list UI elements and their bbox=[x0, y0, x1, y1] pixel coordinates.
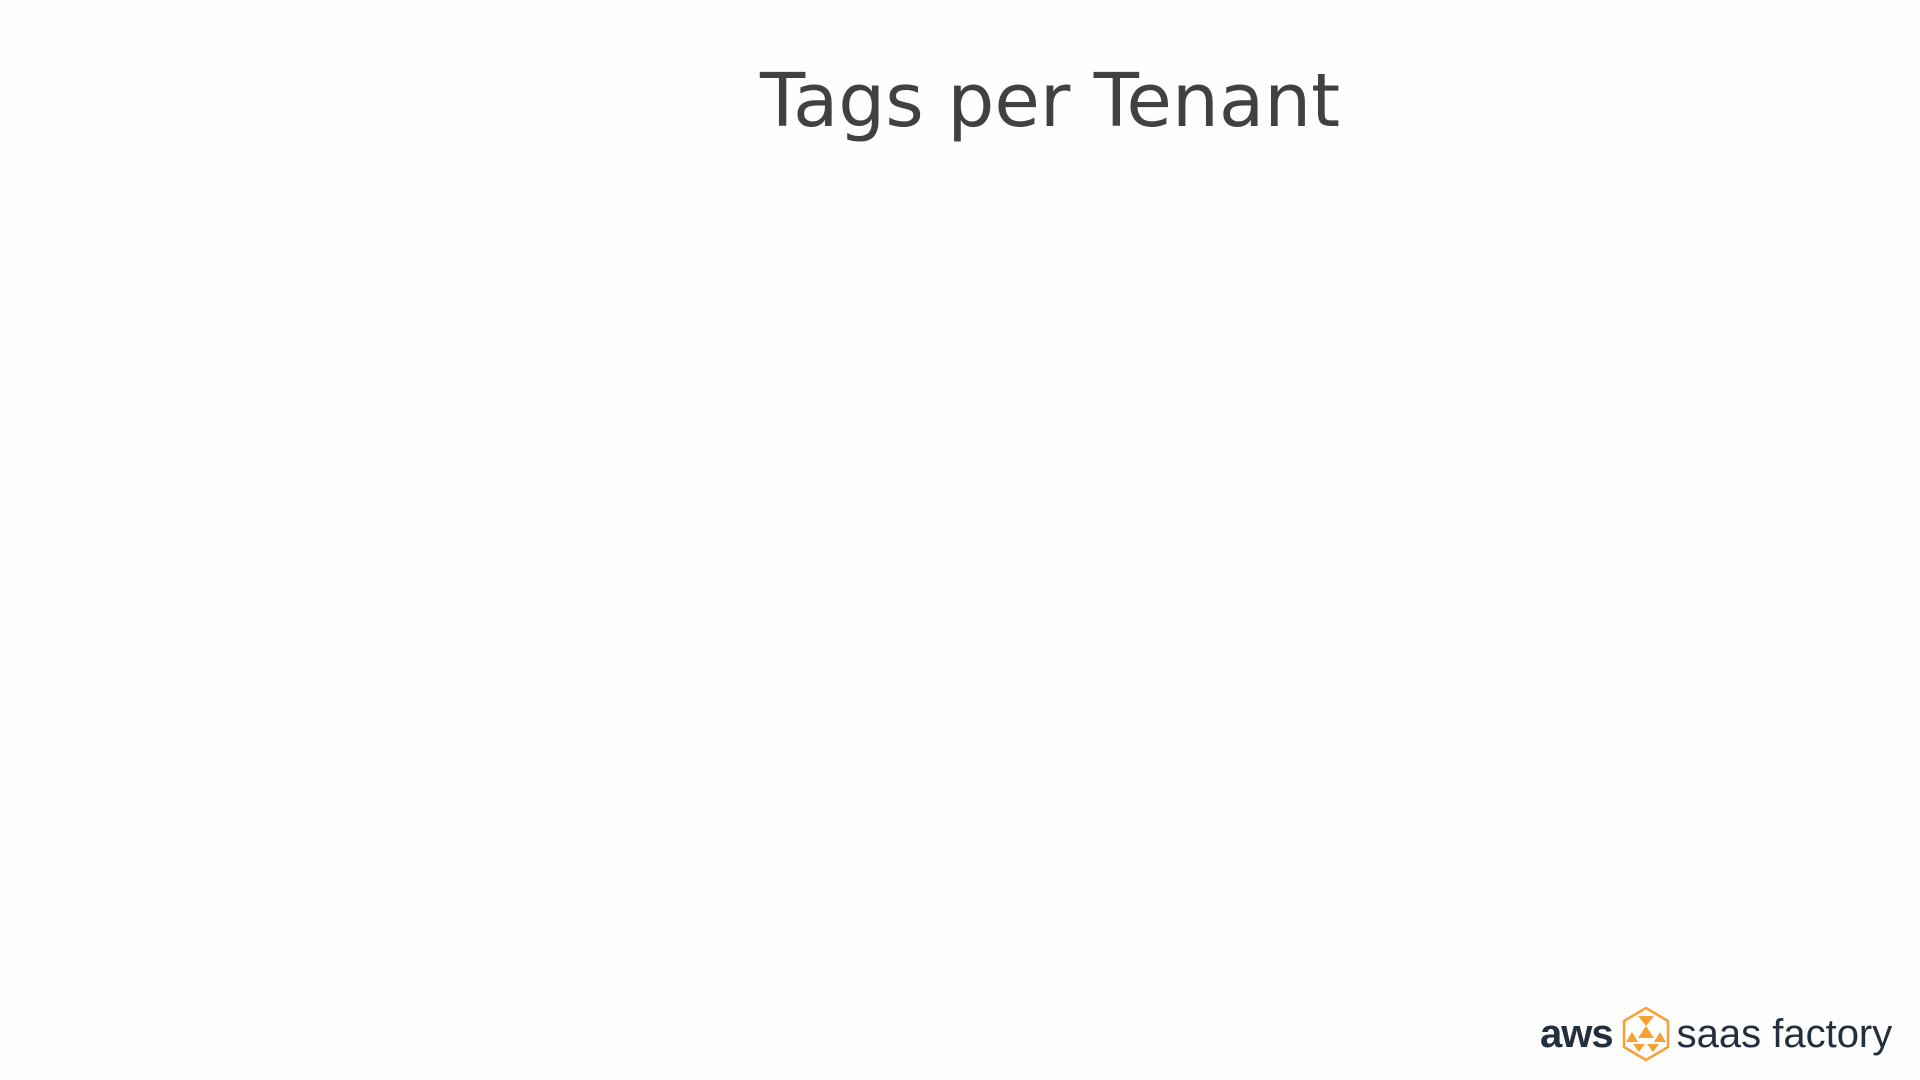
slide: Tags per Tenant aws saas factory bbox=[0, 0, 1920, 1080]
aws-saas-factory-logo: aws saas factory bbox=[1540, 1004, 1893, 1064]
saas-factory-hexagon-icon bbox=[1621, 1006, 1671, 1062]
slide-title: Tags per Tenant bbox=[760, 58, 1341, 144]
logo-brand-text: aws bbox=[1540, 1011, 1614, 1056]
logo-product-text: saas factory bbox=[1676, 1011, 1893, 1056]
